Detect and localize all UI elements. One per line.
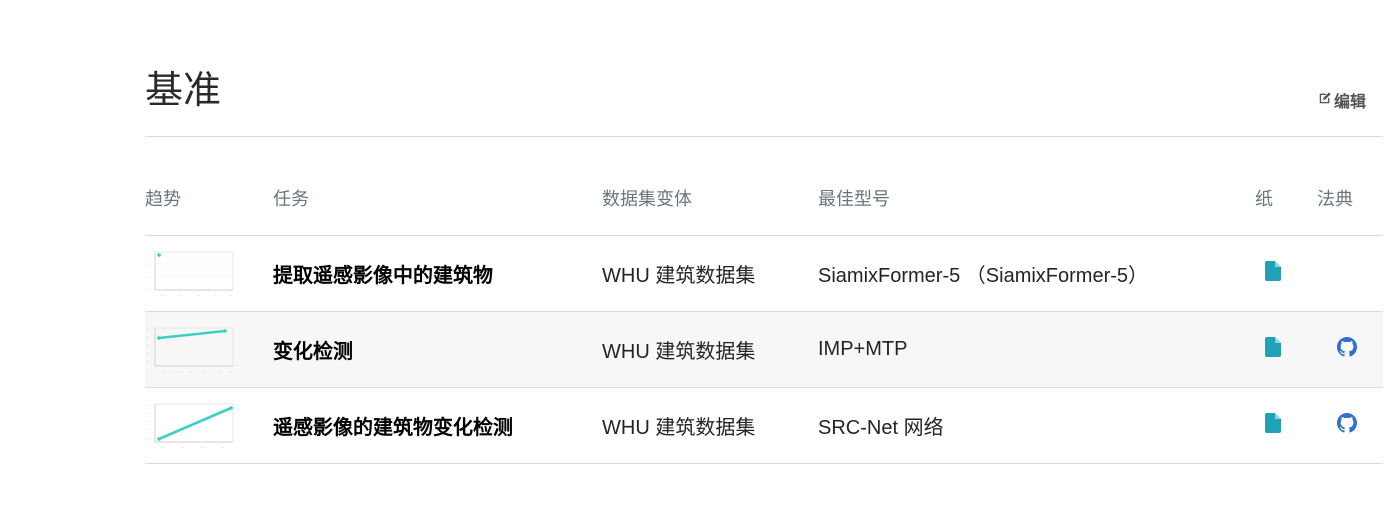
svg-text:- -: - - (181, 445, 184, 449)
svg-text:- -: - - (197, 293, 200, 297)
table-row: - - - - - - - - - - - - - - - - - - 遥感影像的建筑物变化检… (145, 387, 1383, 464)
benchmarks-table: 趋势 任务 数据集变体 最佳型号 纸 法典 - - - - - - - - - - … (145, 160, 1383, 464)
table-row: - -- -- -- -- - - -- -- -- -- -- - 变化检测 … (145, 311, 1383, 388)
svg-text:- -: - - (145, 403, 148, 407)
github-icon[interactable] (1337, 412, 1357, 433)
svg-text:- -: - - (201, 445, 204, 449)
trend-sparkline[interactable]: - - - - - - - - - - - - - - - - - - - - - - (145, 324, 235, 376)
svg-text:- -: - - (215, 293, 218, 297)
svg-text:- -: - - (179, 293, 182, 297)
svg-text:- -: - - (229, 369, 232, 373)
svg-text:- -: - - (145, 427, 148, 431)
svg-text:- -: - - (145, 335, 148, 339)
model-name[interactable]: IMP+MTP (818, 338, 907, 360)
file-icon[interactable] (1265, 336, 1281, 357)
svg-text:- -: - - (229, 293, 232, 297)
file-icon[interactable] (1265, 412, 1281, 433)
svg-text:- -: - - (145, 437, 148, 441)
trend-cell: - - - - - - - - - - - - - - - - - - - - - - (145, 311, 273, 388)
header-code: 法典 (1317, 160, 1383, 236)
dataset-link[interactable]: WHU 建筑数据集 (602, 265, 755, 287)
svg-text:- -: - - (221, 445, 224, 449)
header-paper: 纸 (1255, 160, 1317, 236)
trend-cell: - - - - - - - - - - - - - - - - (145, 235, 273, 312)
model-name[interactable]: SiamixFormer-5 （SiamixFormer-5） (818, 265, 1148, 287)
table-row: - - - - - - - - - - - - - - - - 提取遥感影像中的建筑物 WH… (145, 235, 1383, 312)
code-cell-empty (1317, 235, 1383, 312)
svg-text:- -: - - (145, 327, 148, 331)
svg-text:- -: - - (189, 369, 192, 373)
github-icon[interactable] (1337, 336, 1357, 357)
svg-text:- -: - - (145, 263, 148, 267)
header-task: 任务 (273, 160, 602, 236)
dataset-link[interactable]: WHU 建筑数据集 (602, 417, 755, 439)
model-name[interactable]: SRC-Net 网络 (818, 417, 944, 439)
edit-link[interactable]: 编辑 (1318, 88, 1366, 112)
section-title: 基准 (145, 70, 222, 112)
trend-sparkline[interactable]: - - - - - - - - - - - - - - - - (145, 248, 235, 300)
svg-text:- -: - - (145, 343, 148, 347)
svg-text:- -: - - (145, 419, 148, 423)
svg-text:- -: - - (161, 369, 164, 373)
svg-text:- -: - - (145, 287, 148, 291)
svg-text:- -: - - (145, 411, 148, 415)
edit-icon (1318, 91, 1332, 110)
svg-text:- -: - - (203, 369, 206, 373)
header-trend: 趋势 (145, 160, 273, 236)
task-link[interactable]: 提取遥感影像中的建筑物 (273, 265, 493, 287)
title-divider (145, 136, 1383, 137)
trend-cell: - - - - - - - - - - - - - - - - - - (145, 387, 273, 464)
svg-text:- -: - - (161, 293, 164, 297)
table-header-row: 趋势 任务 数据集变体 最佳型号 纸 法典 (145, 160, 1383, 236)
edit-label: 编辑 (1334, 94, 1367, 111)
svg-text:- -: - - (145, 275, 148, 279)
svg-text:- -: - - (145, 359, 148, 363)
task-link[interactable]: 遥感影像的建筑物变化检测 (273, 417, 513, 439)
svg-text:- -: - - (175, 369, 178, 373)
header-dataset: 数据集变体 (602, 160, 818, 236)
svg-text:- -: - - (161, 445, 164, 449)
svg-text:- -: - - (217, 369, 220, 373)
task-link[interactable]: 变化检测 (273, 341, 353, 363)
trend-sparkline[interactable]: - - - - - - - - - - - - - - - - - - (145, 400, 235, 452)
header-model: 最佳型号 (818, 160, 1255, 236)
file-icon[interactable] (1265, 260, 1281, 281)
svg-text:- -: - - (145, 351, 148, 355)
dataset-link[interactable]: WHU 建筑数据集 (602, 341, 755, 363)
